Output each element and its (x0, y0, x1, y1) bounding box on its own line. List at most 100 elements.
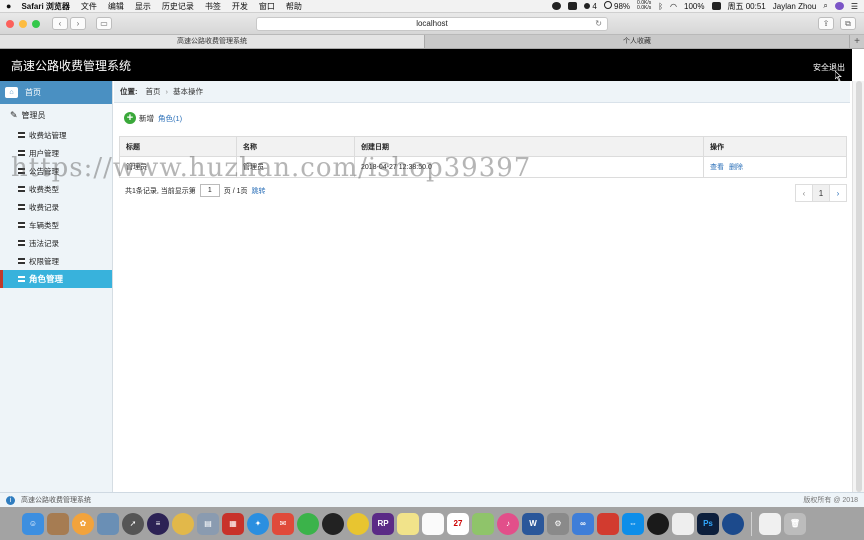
safari-icon[interactable]: ✦ (247, 512, 269, 535)
view-link[interactable]: 查看 (710, 164, 724, 171)
menu-view[interactable]: 显示 (135, 1, 151, 12)
sidebar-item-toll-station[interactable]: 收费站管理 (0, 126, 112, 144)
chrome-icon[interactable] (347, 512, 369, 535)
breadcrumb-home[interactable]: 首页 (146, 86, 161, 97)
sidebar-home[interactable]: ⌂ 首页 (0, 81, 112, 104)
input-source-icon[interactable] (711, 2, 721, 10)
forward-button[interactable]: › (70, 17, 86, 30)
preview-icon[interactable] (97, 512, 119, 535)
wechat-icon[interactable] (297, 512, 319, 535)
itunes-icon[interactable]: ♪ (497, 512, 519, 535)
tab-highway-system[interactable]: 高速公路收费管理系统 (0, 35, 425, 48)
redis-icon[interactable]: ▦ (222, 512, 244, 535)
baidu-netdisk-icon[interactable]: ∞ (572, 512, 594, 535)
mouse-cursor-icon (835, 71, 842, 81)
spotlight-icon[interactable]: ⌕ (823, 1, 827, 11)
prev-page-icon[interactable]: ‹ (795, 184, 813, 202)
menu-history[interactable]: 历史记录 (162, 1, 194, 12)
list-icon (18, 204, 25, 210)
tomcat-icon[interactable] (172, 512, 194, 535)
sidebar-toggle-button[interactable]: ▭ (96, 17, 112, 30)
breadcrumb-current: 基本操作 (173, 87, 203, 96)
info-icon: i (6, 495, 15, 505)
sidebar-item-violations[interactable]: 违法记录 (0, 234, 112, 252)
page-scrollbar[interactable] (852, 81, 864, 492)
menu-edit[interactable]: 编辑 (108, 1, 124, 12)
menubar-user[interactable]: Jaylan Zhou (773, 2, 817, 11)
add-icon[interactable]: + (124, 112, 136, 124)
sidebar-item-fee-records[interactable]: 收费记录 (0, 198, 112, 216)
page-number-input[interactable]: 1 (199, 184, 220, 197)
launchpad-icon[interactable]: ➚ (122, 512, 144, 535)
menu-help[interactable]: 帮助 (286, 1, 302, 12)
jump-link[interactable]: 跳转 (252, 186, 266, 196)
sidebar-item-vehicle-types[interactable]: 车辆类型 (0, 216, 112, 234)
database-icon[interactable]: ▤ (197, 512, 219, 535)
pager-pages: 页 / 1页 (223, 187, 248, 195)
eclipse-icon[interactable]: ≡ (147, 512, 169, 535)
menu-file[interactable]: 文件 (81, 1, 97, 12)
notification-center-icon[interactable]: ☰ (851, 2, 858, 11)
stickies-icon[interactable] (397, 512, 419, 535)
sidebar-section-admin[interactable]: ✎ 管理员 (0, 104, 112, 126)
teamviewer-icon[interactable]: ⇔ (622, 512, 644, 535)
maps-icon[interactable] (472, 512, 494, 535)
macos-menu-bar: ● Safari 浏览器 文件 编辑 显示 历史记录 书签 开发 窗口 帮助 4… (0, 0, 864, 13)
new-tab-button[interactable]: + (850, 35, 864, 48)
back-button[interactable]: ‹ (52, 17, 68, 30)
list-icon (18, 240, 25, 246)
qq-icon[interactable] (322, 512, 344, 535)
sidebar-item-permissions[interactable]: 权限管理 (0, 252, 112, 270)
add-button[interactable]: 新增 (139, 113, 154, 124)
siri-icon[interactable] (834, 2, 844, 10)
menu-develop[interactable]: 开发 (232, 1, 248, 12)
sidebar: ⌂ 首页 ✎ 管理员 收费站管理 用户管理 公告管理 收费类型 收费记录 车辆类… (0, 81, 113, 492)
menu-window[interactable]: 窗口 (259, 1, 275, 12)
page-button[interactable]: 1 (812, 184, 830, 202)
system-preferences-icon[interactable]: ⚙ (547, 512, 569, 535)
mail-app-icon[interactable]: ✉ (272, 512, 294, 535)
document-icon[interactable] (759, 512, 781, 535)
volume-status[interactable]: 100% (684, 2, 704, 11)
close-window-icon[interactable] (6, 19, 14, 28)
role-count-link[interactable]: 角色(1) (158, 113, 182, 124)
qq-penguin-icon[interactable] (647, 512, 669, 535)
wechat-status-icon[interactable] (552, 2, 562, 10)
minimize-window-icon[interactable] (19, 19, 27, 28)
file-icon[interactable] (672, 512, 694, 535)
battery-status[interactable]: 98% (603, 1, 630, 11)
notification-count[interactable]: 4 (584, 2, 597, 11)
axure-rp-icon[interactable]: RP (372, 512, 394, 535)
textedit-icon[interactable] (422, 512, 444, 535)
sidebar-item-label: 车辆类型 (29, 220, 59, 230)
main-content: 位置: 首页 › 基本操作 + 新增 角色(1) 标题 名称 创建日期 操作 管… (114, 81, 850, 492)
battery-ring-icon (603, 1, 612, 9)
reload-icon[interactable]: ↻ (595, 18, 602, 30)
bluetooth-icon[interactable]: ᛒ (658, 2, 663, 11)
show-tabs-button[interactable]: ⧉ (840, 17, 856, 30)
apple-menu-icon[interactable]: ● (6, 1, 11, 11)
trash-icon[interactable]: 🗑 (784, 512, 806, 535)
sidebar-item-roles[interactable]: 角色管理 (0, 270, 112, 288)
menu-bookmarks[interactable]: 书签 (205, 1, 221, 12)
menubar-clock[interactable]: 周五 00:51 (728, 1, 766, 12)
app-menu[interactable]: Safari 浏览器 (21, 1, 69, 12)
browser-app-icon[interactable] (722, 512, 744, 535)
delete-link[interactable]: 删除 (729, 164, 743, 171)
zoom-window-icon[interactable] (32, 19, 40, 28)
word-icon[interactable]: W (522, 512, 544, 535)
photoshop-icon[interactable]: Ps (697, 512, 719, 535)
wifi-icon[interactable]: ◠ (670, 2, 677, 11)
share-button[interactable]: ⇪ (818, 17, 834, 30)
calendar-icon[interactable]: 27 (447, 512, 469, 535)
sidebar-home-label: 首页 (25, 88, 41, 97)
address-bar[interactable]: localhost ↻ (256, 17, 608, 31)
notes-app-icon[interactable] (47, 512, 69, 535)
scrollbar-thumb[interactable] (856, 81, 862, 492)
parallels-icon[interactable] (597, 512, 619, 535)
photos-icon[interactable]: ✿ (72, 512, 94, 535)
finder-icon[interactable]: ☺ (22, 512, 44, 535)
qq-status-icon[interactable] (568, 2, 578, 10)
tab-favorites[interactable]: 个人收藏 (425, 35, 850, 48)
next-page-icon[interactable]: › (829, 184, 847, 202)
